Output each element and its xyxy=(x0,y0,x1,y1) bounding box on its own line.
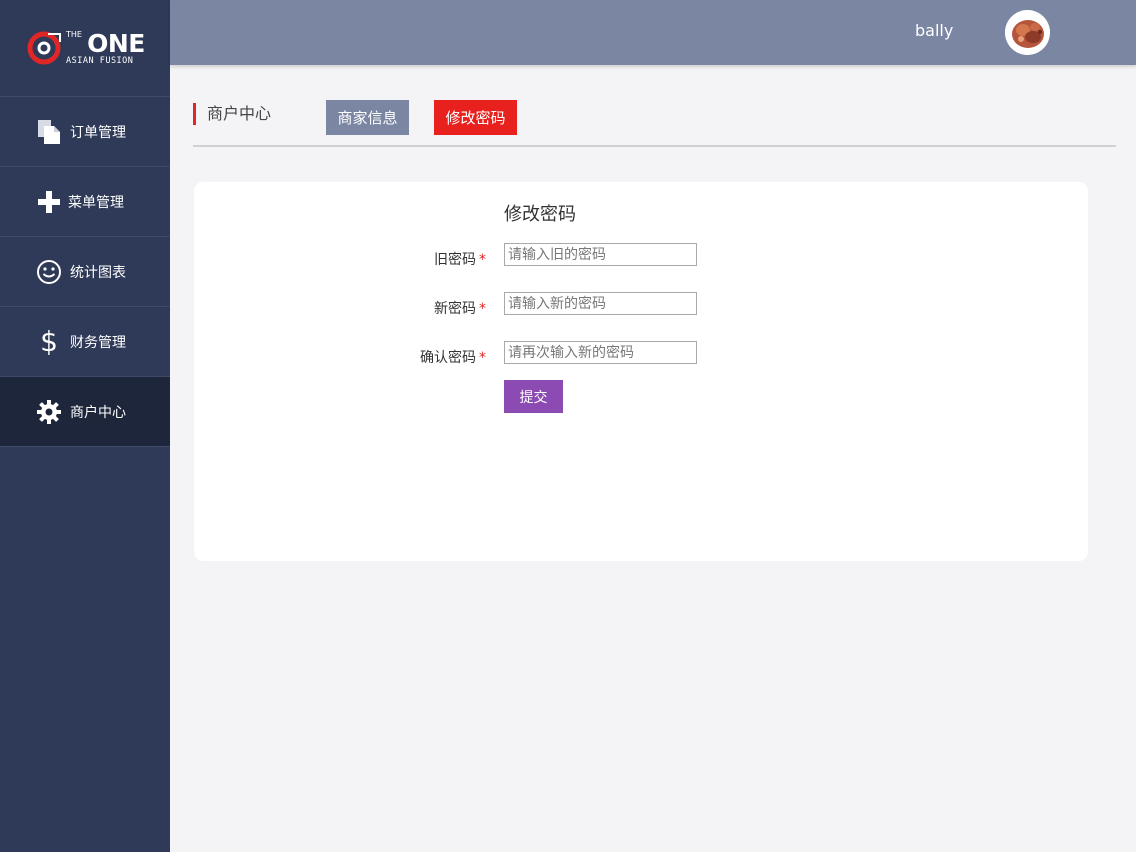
page-title: 商户中心 xyxy=(193,103,271,125)
new-password-input[interactable] xyxy=(504,292,697,315)
confirm-password-label: 确认密码 * xyxy=(420,350,486,366)
sidebar-item-menu[interactable]: 菜单管理 xyxy=(0,167,170,237)
document-copy-icon xyxy=(34,117,64,147)
sidebar-item-label: 统计图表 xyxy=(70,264,126,281)
gear-icon xyxy=(34,397,64,427)
form-title: 修改密码 xyxy=(504,204,576,225)
old-password-label: 旧密码 * xyxy=(434,252,486,268)
top-header: bally xyxy=(170,0,1136,65)
old-password-input[interactable] xyxy=(504,243,697,266)
page-header: 商户中心 商家信息 修改密码 xyxy=(193,100,1116,147)
confirm-password-row: 确认密码 * xyxy=(194,341,1088,366)
sidebar-item-label: 订单管理 xyxy=(70,124,126,141)
sidebar-item-label: 财务管理 xyxy=(70,334,126,351)
main-content: 商户中心 商家信息 修改密码 修改密码 旧密码 * 新密码 * 确认密码 * 提交 xyxy=(170,65,1136,852)
sidebar: THE ONE ASIAN FUSION 订单管理 菜单管理 统计图表 $ 财务… xyxy=(0,0,170,852)
username[interactable]: bally xyxy=(915,21,953,40)
required-mark: * xyxy=(479,301,486,317)
dollar-icon: $ xyxy=(40,325,58,358)
tab-merchant-info[interactable]: 商家信息 xyxy=(326,100,409,135)
plus-icon xyxy=(34,187,64,217)
sidebar-item-stats[interactable]: 统计图表 xyxy=(0,237,170,307)
new-password-label: 新密码 * xyxy=(434,301,486,317)
confirm-password-input[interactable] xyxy=(504,341,697,364)
required-mark: * xyxy=(479,350,486,366)
logo-subtitle: ASIAN FUSION xyxy=(66,55,134,66)
logo-mark-icon xyxy=(26,30,62,66)
avatar[interactable] xyxy=(1005,10,1050,55)
tab-change-password[interactable]: 修改密码 xyxy=(434,100,517,135)
change-password-card: 修改密码 旧密码 * 新密码 * 确认密码 * 提交 xyxy=(194,182,1088,561)
old-password-row: 旧密码 * xyxy=(194,243,1088,268)
logo-small-text: THE xyxy=(66,29,82,39)
sidebar-item-orders[interactable]: 订单管理 xyxy=(0,97,170,167)
sidebar-item-merchant[interactable]: 商户中心 xyxy=(0,377,170,447)
smiley-icon xyxy=(34,257,64,287)
sidebar-item-finance[interactable]: $ 财务管理 xyxy=(0,307,170,377)
sidebar-item-label: 菜单管理 xyxy=(68,194,124,211)
logo-title: ONE xyxy=(87,28,145,58)
new-password-row: 新密码 * xyxy=(194,292,1088,317)
submit-button[interactable]: 提交 xyxy=(504,380,563,413)
logo[interactable]: THE ONE ASIAN FUSION xyxy=(0,0,170,97)
required-mark: * xyxy=(479,252,486,268)
sidebar-item-label: 商户中心 xyxy=(70,404,126,421)
